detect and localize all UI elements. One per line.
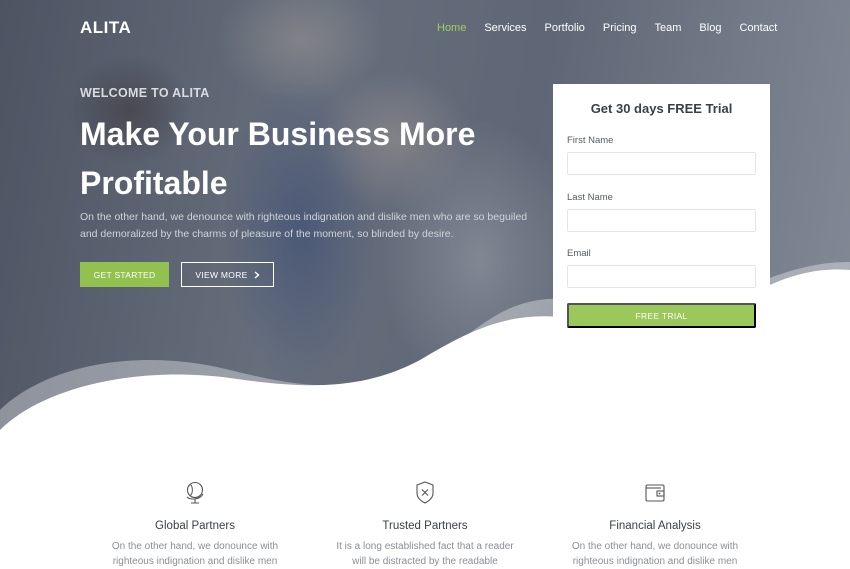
feature-description: On the other hand, we donounce with righ… (540, 539, 770, 569)
globe-icon (186, 481, 204, 504)
feature-title: Financial Analysis (609, 520, 701, 532)
feature-desc-line1: On the other hand, we donounce with (111, 541, 279, 552)
feature-desc-line2: righteous indignation and dislike men (112, 556, 278, 567)
main-nav: Home Services Portfolio Pricing Team Blo… (437, 22, 777, 34)
hero-welcome-text: WELCOME TO ALITA (80, 86, 210, 100)
feature-desc-line1: It is a long established fact that a rea… (336, 541, 514, 552)
feature-title: Global Partners (155, 520, 235, 532)
first-name-label: First Name (567, 135, 614, 146)
hero-description: On the other hand, we denounce with righ… (80, 211, 528, 240)
trial-form: Get 30 days FREE Trial First Name Last N… (553, 84, 770, 358)
feature-financial-analysis: Financial Analysis On the other hand, we… (540, 480, 770, 569)
site-logo[interactable]: ALITA (80, 18, 131, 38)
feature-desc-line2: righteous indignation and dislike men (572, 556, 738, 567)
hero-section: ALITA Home Services Portfolio Pricing Te… (0, 0, 850, 440)
feature-desc-line1: On the other hand, we donounce with (571, 541, 739, 552)
hero-headline: Make Your Business More Profitable (80, 110, 540, 208)
email-label: Email (567, 248, 591, 259)
last-name-input[interactable] (567, 209, 756, 232)
hero-headline-line1: Make Your Business More (80, 116, 476, 152)
view-more-button[interactable]: VIEW MORE (181, 262, 274, 287)
trial-form-title: Get 30 days FREE Trial (590, 101, 733, 116)
first-name-input[interactable] (567, 152, 756, 175)
get-started-button[interactable]: GET STARTED (80, 262, 169, 287)
wallet-icon (645, 484, 665, 502)
chevron-right-icon (254, 270, 260, 279)
nav-item-team[interactable]: Team (655, 22, 682, 34)
feature-description: On the other hand, we donounce with righ… (80, 539, 310, 569)
free-trial-button[interactable]: FREE TRIAL (567, 303, 756, 328)
nav-item-portfolio[interactable]: Portfolio (545, 22, 585, 34)
feature-description: It is a long established fact that a rea… (310, 539, 540, 569)
last-name-label: Last Name (567, 192, 613, 203)
feature-global-partners: Global Partners On the other hand, we do… (80, 480, 310, 569)
nav-item-pricing[interactable]: Pricing (603, 22, 637, 34)
nav-item-blog[interactable]: Blog (699, 22, 721, 34)
view-more-label: VIEW MORE (195, 269, 248, 280)
feature-trusted-partners: Trusted Partners It is a long establishe… (310, 480, 540, 569)
nav-item-contact[interactable]: Contact (739, 22, 777, 34)
shield-icon (416, 481, 434, 504)
nav-item-services[interactable]: Services (484, 22, 526, 34)
hero-headline-line2: Profitable (80, 165, 228, 201)
nav-item-home[interactable]: Home (437, 22, 466, 34)
email-input[interactable] (567, 265, 756, 288)
feature-title: Trusted Partners (382, 520, 468, 532)
feature-desc-line2: will be distracted by the readable (352, 556, 498, 567)
